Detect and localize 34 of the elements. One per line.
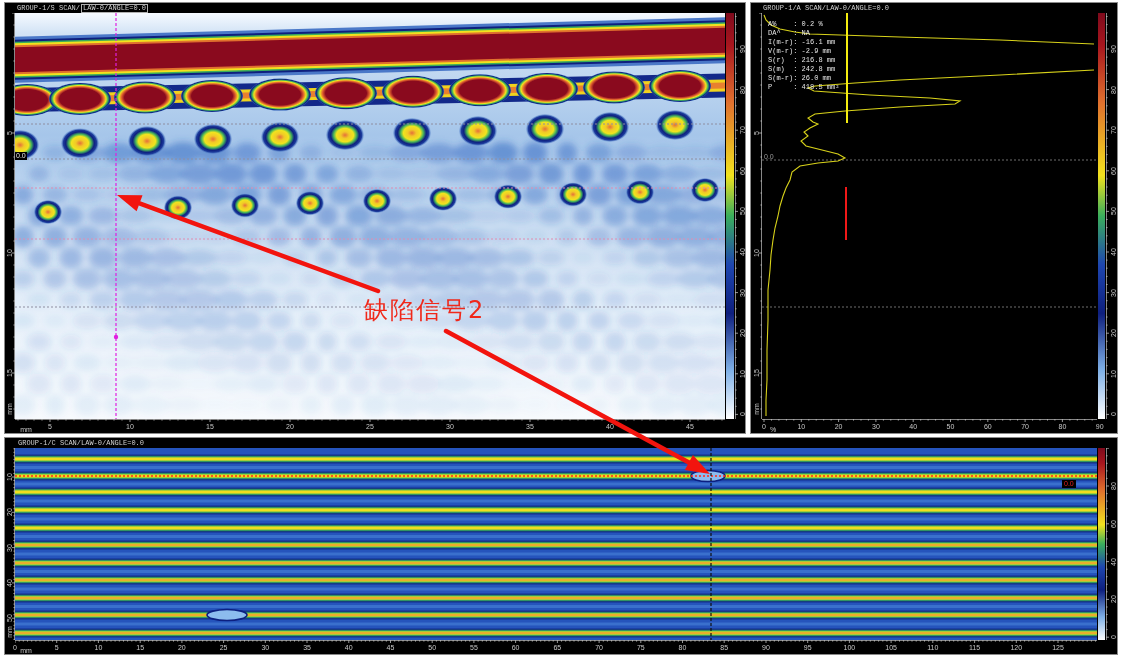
echo-blob — [591, 112, 629, 142]
echo-blob — [559, 182, 587, 207]
echo-blob — [691, 178, 719, 202]
echo-blob — [656, 110, 694, 140]
echo-blob — [494, 184, 522, 209]
echo-blob — [449, 74, 511, 107]
echo-blob — [583, 71, 645, 104]
echo-blob — [164, 195, 192, 220]
echo-blob — [261, 122, 299, 153]
echo-blob — [626, 180, 654, 205]
echo-blob — [429, 186, 457, 211]
echo-blob — [393, 118, 431, 148]
echo-blob — [15, 130, 39, 160]
echo-blob — [516, 72, 578, 105]
echo-blob — [382, 75, 444, 108]
echo-blob — [194, 124, 232, 155]
echo-blob — [326, 120, 364, 151]
cursor-handle-icon — [113, 334, 119, 340]
echo-blob — [231, 193, 259, 218]
echo-blob — [249, 78, 311, 111]
cursor-marker — [845, 186, 847, 241]
signal-gap — [206, 608, 248, 622]
echo-blob — [34, 200, 62, 224]
echo-blob — [315, 77, 377, 110]
echo-blob — [181, 80, 243, 112]
echo-blob — [114, 81, 176, 114]
echo-blob — [128, 126, 166, 157]
echo-blob — [526, 114, 564, 144]
echo-blob — [296, 191, 324, 216]
echo-blob — [61, 128, 99, 159]
echo-blob — [363, 189, 391, 213]
annotation-label: 缺陷信号2 — [364, 296, 486, 324]
echo-blob — [459, 116, 497, 146]
echo-blob — [649, 70, 711, 102]
